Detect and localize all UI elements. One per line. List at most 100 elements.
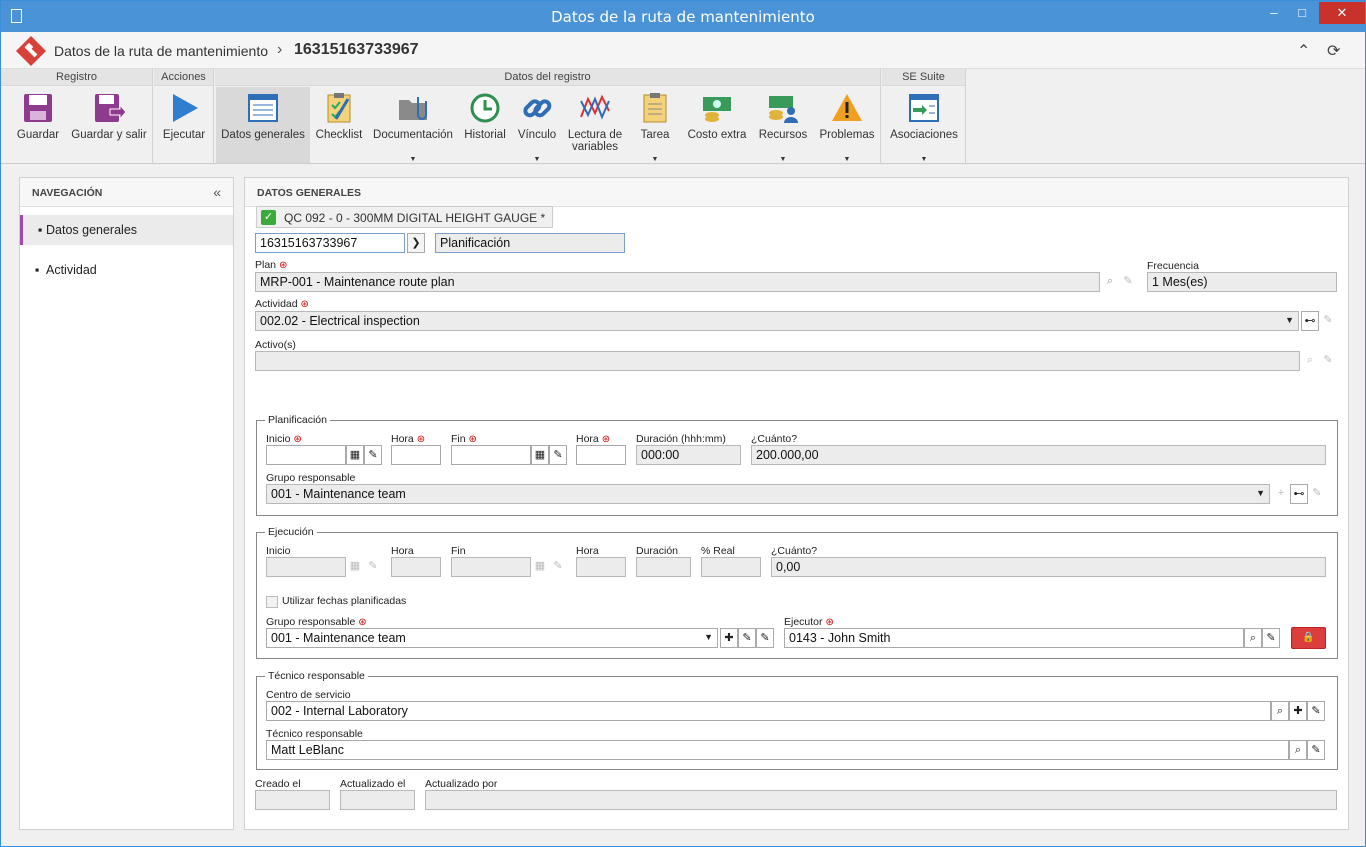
chevron-down-icon: ▼: [1256, 488, 1265, 498]
edit-icon[interactable]: ✎: [738, 628, 756, 648]
page-title: Datos de la ruta de mantenimiento: [54, 43, 269, 59]
link-button[interactable]: Vínculo ▼: [513, 87, 561, 163]
resources-button[interactable]: Recursos ▼: [753, 87, 813, 163]
checklist-label: Checklist: [315, 129, 363, 141]
execution-legend: Ejecución: [265, 526, 317, 538]
problems-button[interactable]: Problemas ▼: [815, 87, 879, 163]
calendar-icon: ▦: [534, 560, 546, 572]
executor-label: Ejecutor ⊛: [784, 616, 834, 628]
plan-group-select[interactable]: 001 - Maintenance team ▼: [266, 484, 1270, 504]
plan-end-date-field[interactable]: [451, 445, 531, 465]
lock-button[interactable]: 🔒: [1291, 627, 1326, 649]
search-icon[interactable]: ⌕: [1244, 628, 1262, 648]
identifier-field[interactable]: 16315163733967: [255, 233, 405, 253]
nav-item-general-data[interactable]: ▪ Datos generales: [20, 215, 233, 245]
technician-field[interactable]: Matt LeBlanc: [266, 740, 1289, 760]
bullet-icon: ▪: [35, 263, 40, 277]
use-planned-dates-checkbox[interactable]: [266, 596, 278, 608]
plan-start-hour-field[interactable]: [391, 445, 441, 465]
assets-search-icon[interactable]: ⌕: [1301, 351, 1319, 371]
exec-amount-label: ¿Cuánto?: [771, 545, 818, 557]
save-button[interactable]: Guardar: [9, 87, 67, 163]
calendar-icon[interactable]: ▦: [346, 445, 364, 465]
collapse-up-icon[interactable]: ⌃: [1297, 41, 1310, 61]
exec-group-select[interactable]: 001 - Maintenance team ▼: [266, 628, 718, 648]
clear-icon[interactable]: ✎: [549, 445, 567, 465]
plan-amount-field: 200.000,00: [751, 445, 1326, 465]
add-icon[interactable]: ✚: [720, 628, 738, 648]
clear-icon[interactable]: ✎: [1262, 628, 1280, 648]
close-button[interactable]: ✕: [1319, 2, 1365, 24]
clipboard-icon: [643, 93, 667, 123]
extra-cost-button[interactable]: Costo extra: [683, 87, 751, 163]
executor-field[interactable]: 0143 - John Smith: [784, 628, 1244, 648]
label-text: Hora: [576, 433, 599, 445]
clear-icon: ✎: [553, 560, 563, 572]
plan-search-icon[interactable]: ⌕: [1101, 272, 1119, 292]
next-identifier-button[interactable]: ❯: [407, 233, 425, 253]
service-center-label: Centro de servicio: [266, 689, 351, 701]
plan-label: Plan ⊛: [255, 259, 287, 271]
ribbon-group-suite: SE Suite Asociaciones ▼: [882, 69, 966, 164]
nav-item-activity[interactable]: ▪ Actividad: [20, 255, 233, 285]
binoculars-icon[interactable]: ⊷: [1301, 311, 1319, 331]
variables-chart-icon: [580, 94, 610, 120]
task-button[interactable]: Tarea ▼: [629, 87, 681, 163]
plan-end-hour-field[interactable]: [576, 445, 626, 465]
activity-status-field: Planificación: [435, 233, 625, 253]
checkbox-checked-icon[interactable]: ✓: [261, 210, 276, 225]
label-text: Grupo responsable: [266, 616, 356, 628]
activity-select[interactable]: 002.02 - Electrical inspection ▼: [255, 311, 1299, 331]
documentation-button[interactable]: Documentación ▼: [369, 87, 457, 163]
asset-chip[interactable]: ✓ QC 092 - 0 - 300MM DIGITAL HEIGHT GAUG…: [256, 206, 553, 228]
chevron-down-icon: ▼: [1285, 315, 1294, 325]
resources-icon: [769, 96, 798, 123]
updated-by-field: [425, 790, 1337, 810]
checklist-button[interactable]: Checklist: [313, 87, 365, 163]
plan-end-label: Fin ⊛: [451, 433, 477, 445]
navigation-panel: NAVEGACIÓN « ▪ Datos generales ▪ Actividad: [19, 177, 234, 830]
history-button[interactable]: Historial: [461, 87, 509, 163]
label-text: Inicio: [266, 433, 291, 445]
exec-start-label: Inicio: [266, 545, 291, 557]
label-text: Ejecutor: [784, 616, 823, 628]
execute-button[interactable]: Ejecutar: [156, 87, 212, 163]
clear-icon[interactable]: ✎: [756, 628, 774, 648]
binoculars-icon[interactable]: ⊷: [1290, 484, 1308, 504]
exec-start-hour-field: [391, 557, 441, 577]
exec-group-label: Grupo responsable ⊛: [266, 616, 367, 628]
variable-reading-button[interactable]: Lectura de variables: [565, 87, 625, 163]
clear-icon[interactable]: ✎: [1307, 701, 1325, 721]
group-label: Registro: [1, 69, 152, 86]
ribbon-group-datos: Datos del registro Datos generales Check…: [215, 69, 881, 164]
required-icon: ⊛: [825, 617, 834, 628]
history-icon: [470, 93, 500, 123]
required-icon: ⊛: [293, 434, 302, 445]
refresh-icon[interactable]: ⟳: [1327, 41, 1340, 61]
link-icon: [523, 99, 552, 118]
calendar-icon[interactable]: ▦: [531, 445, 549, 465]
money-icon: [703, 97, 731, 122]
history-label: Historial: [464, 129, 506, 141]
search-icon[interactable]: ⌕: [1271, 701, 1289, 721]
exec-end-date-field: [451, 557, 531, 577]
activity-clear-icon: ✎: [1323, 314, 1333, 326]
maximize-button[interactable]: □: [1289, 2, 1315, 24]
ribbon-group-acciones: Acciones Ejecutar: [154, 69, 214, 164]
add-icon[interactable]: ✚: [1289, 701, 1307, 721]
plan-start-date-field[interactable]: [266, 445, 346, 465]
associations-button[interactable]: Asociaciones ▼: [884, 87, 964, 163]
clear-icon[interactable]: ✎: [1307, 740, 1325, 760]
clear-icon[interactable]: ✎: [364, 445, 382, 465]
service-center-field[interactable]: 002 - Internal Laboratory: [266, 701, 1271, 721]
label-line-2: variables: [571, 141, 619, 153]
ribbon-group-registro: Registro Guardar Guardar y salir: [1, 69, 153, 164]
minimize-button[interactable]: –: [1261, 2, 1287, 24]
search-icon[interactable]: ⌕: [1289, 740, 1307, 760]
save-and-exit-button[interactable]: Guardar y salir: [69, 87, 149, 163]
general-data-icon: [248, 94, 278, 122]
window-title: Datos de la ruta de mantenimiento: [551, 8, 815, 26]
general-data-button[interactable]: Datos generales: [216, 87, 310, 163]
collapse-panel-icon[interactable]: «: [213, 184, 221, 200]
extra-cost-label: Costo extra: [687, 129, 747, 141]
